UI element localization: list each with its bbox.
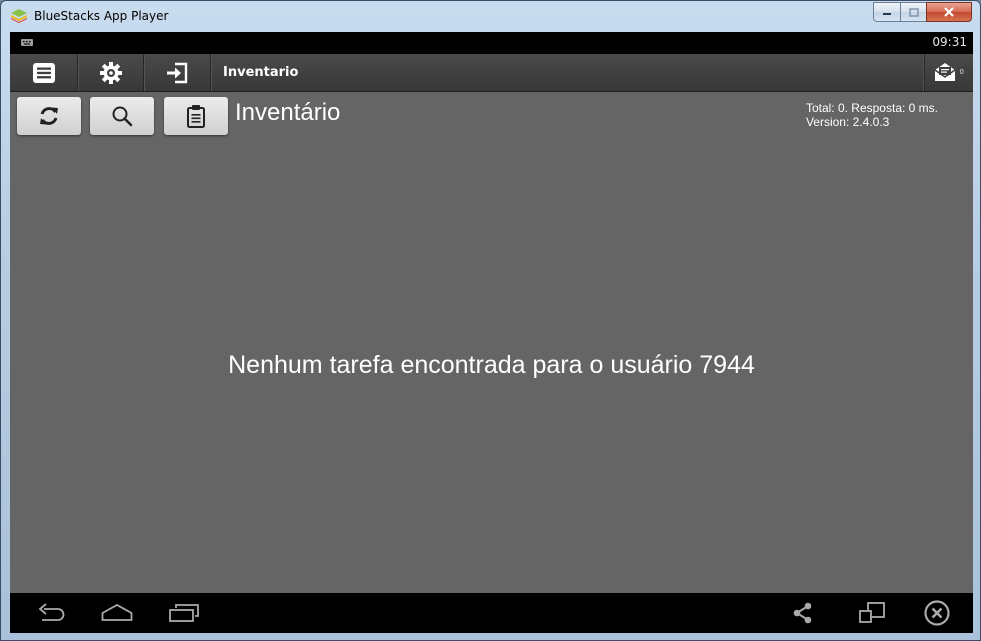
bluestacks-logo-icon [11, 9, 27, 23]
version-text: Version: 2.4.0.3 [805, 115, 890, 129]
refresh-icon [40, 107, 58, 125]
page-title: Inventário [235, 99, 341, 126]
back-icon[interactable] [36, 601, 66, 625]
close-circle-icon[interactable] [923, 599, 951, 627]
minimize-button[interactable] [873, 2, 900, 22]
clipboard-button[interactable] [164, 97, 228, 135]
total-response-text: Total: 0. Resposta: 0 ms. [805, 101, 938, 115]
settings-gear-icon [99, 61, 122, 84]
search-button[interactable] [90, 97, 154, 135]
home-icon[interactable] [101, 601, 133, 625]
refresh-button[interactable] [17, 97, 81, 135]
close-x-icon [944, 7, 954, 17]
minimize-icon [883, 13, 891, 15]
login-button[interactable] [144, 54, 211, 91]
keyboard-icon [21, 39, 33, 46]
title-bar[interactable]: BlueStacks App Player [1, 1, 980, 32]
menu-button[interactable] [10, 54, 78, 91]
screen-rotate-icon[interactable] [858, 601, 886, 625]
stats-info: Total: 0. Resposta: 0 ms. Version: 2.4.0… [806, 101, 938, 129]
status-bar: 09:31 [10, 32, 973, 54]
clock: 09:31 [932, 35, 967, 49]
app-window: BlueStacks App Player 09:31 Inventario 0… [0, 0, 981, 641]
empty-state-message: Nenhum tarefa encontrada para o usuário … [228, 351, 755, 379]
settings-button[interactable] [78, 54, 144, 91]
android-screen: 09:31 Inventario 0 Inventário Total: 0. … [10, 32, 973, 633]
window-title: BlueStacks App Player [34, 9, 169, 23]
clipboard-icon [187, 105, 205, 128]
action-bar-title: Inventario [223, 65, 299, 80]
action-bar: Inventario 0 [10, 54, 973, 92]
menu-list-icon [32, 62, 55, 83]
mail-icon [934, 63, 956, 81]
mail-count-badge: 0 [959, 68, 964, 76]
share-icon[interactable] [791, 601, 815, 625]
login-icon [167, 62, 188, 83]
recent-apps-icon[interactable] [168, 601, 200, 625]
maximize-icon [908, 7, 919, 17]
navigation-bar [10, 593, 973, 633]
close-window-button[interactable] [926, 2, 972, 22]
window-controls [873, 2, 972, 23]
messages-button[interactable]: 0 [924, 54, 973, 91]
maximize-button[interactable] [900, 2, 926, 22]
search-icon [112, 106, 133, 127]
